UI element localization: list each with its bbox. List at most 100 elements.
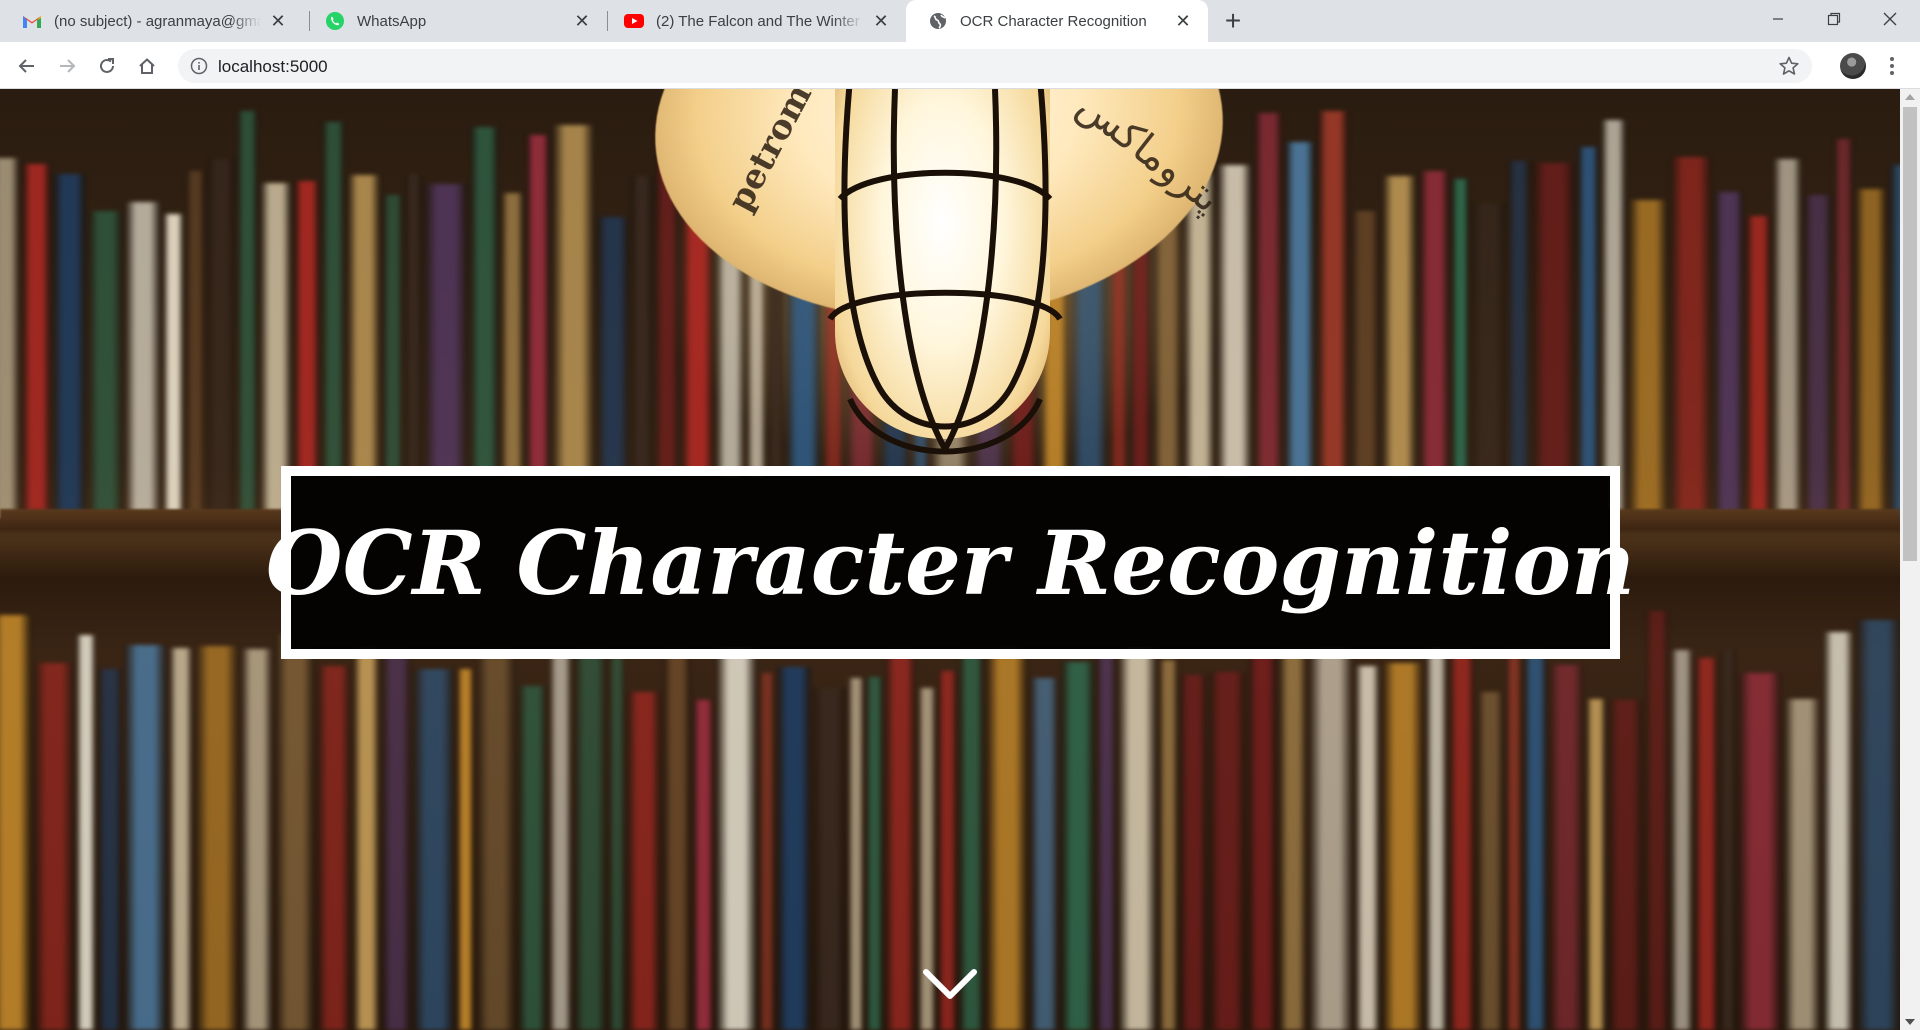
globe-icon [928, 11, 948, 31]
book-spine [552, 125, 595, 519]
book-spine [1118, 638, 1157, 1030]
book-spine [470, 127, 499, 519]
book-spine [322, 122, 345, 519]
tab-youtube[interactable]: (2) The Falcon and The Winter Soldier ✕ [602, 0, 906, 42]
book-spine [1309, 629, 1353, 1030]
book-spine [34, 663, 74, 1030]
book-spine [1695, 658, 1718, 1030]
book-spine [1738, 673, 1782, 1030]
book-spine [693, 700, 714, 1030]
book-spine [663, 640, 691, 1030]
book-spine [1746, 216, 1771, 519]
close-icon[interactable]: ✕ [571, 10, 593, 32]
bookmark-star-icon[interactable] [1778, 55, 1800, 77]
browser-menu-icon[interactable] [1880, 52, 1904, 80]
book-spine [457, 669, 474, 1030]
book-spine [124, 645, 167, 1030]
book-spine [627, 692, 661, 1030]
book-spine [125, 202, 161, 519]
book-spine [574, 641, 607, 1030]
book-spine [1317, 111, 1349, 519]
tab-title: WhatsApp [357, 12, 427, 30]
book-spine [1449, 644, 1475, 1030]
book-spine [353, 617, 380, 1030]
site-info-icon[interactable] [190, 57, 208, 75]
minimize-button[interactable] [1750, 0, 1806, 38]
restore-button[interactable] [1806, 0, 1862, 38]
book-spine [1773, 159, 1802, 519]
book-spine [1804, 195, 1832, 519]
book-spine [275, 634, 315, 1030]
book-spine [237, 111, 258, 519]
book-spine [169, 648, 193, 1030]
book-spine [1285, 142, 1315, 519]
close-icon[interactable]: ✕ [870, 10, 892, 32]
home-button[interactable] [131, 50, 163, 82]
close-icon[interactable]: ✕ [267, 10, 289, 32]
tab-title: OCR Character Recognition [960, 12, 1147, 30]
book-spine [1586, 699, 1606, 1030]
book-spine [1856, 620, 1900, 1030]
book-spine [1426, 629, 1447, 1030]
scroll-up-arrow[interactable] [1905, 94, 1915, 100]
page-viewport: petromax پتروماکس OCR Character Recognit… [0, 89, 1900, 1030]
page-scrollbar[interactable] [1900, 89, 1920, 1030]
book-spine [1834, 139, 1853, 519]
new-tab-button[interactable]: + [1218, 5, 1248, 36]
book-spine [1601, 120, 1626, 519]
book-spine [88, 211, 123, 519]
book-spine [866, 677, 883, 1030]
address-bar[interactable]: localhost:5000 [178, 49, 1812, 83]
chevron-down-icon[interactable] [922, 967, 978, 1001]
book-spine [1549, 665, 1584, 1030]
tab-gmail[interactable]: (no subject) - agranmaya@gmail.com - Gma… [0, 0, 303, 42]
reload-button[interactable] [91, 50, 123, 82]
book-spine [1720, 650, 1736, 1030]
book-spine [526, 135, 550, 519]
tab-whatsapp[interactable]: WhatsApp ✕ [303, 0, 607, 42]
book-spine [195, 646, 239, 1030]
gmail-icon [22, 11, 42, 31]
forward-button[interactable] [51, 50, 83, 82]
hero-background: petromax پتروماکس OCR Character Recognit… [0, 89, 1900, 1030]
youtube-icon [624, 11, 644, 31]
book-spine [1030, 678, 1059, 1030]
book-spine [1628, 200, 1668, 519]
close-icon[interactable]: ✕ [1172, 10, 1194, 32]
scrollbar-thumb[interactable] [1903, 107, 1917, 561]
book-spine [1355, 666, 1380, 1030]
book-spine [1524, 615, 1547, 1030]
book-spine [98, 669, 122, 1030]
book-spine [1061, 662, 1095, 1030]
book-spine [848, 678, 864, 1030]
back-button[interactable] [11, 50, 43, 82]
book-spine [549, 654, 572, 1030]
book-spine [76, 635, 96, 1030]
book-spine [759, 673, 775, 1030]
url-text[interactable]: localhost:5000 [218, 57, 328, 77]
tab-title: (2) The Falcon and The Winter Soldier [656, 12, 864, 30]
whatsapp-icon [325, 11, 345, 31]
tab-ocr[interactable]: OCR Character Recognition ✕ [906, 0, 1208, 42]
book-spine [1671, 650, 1693, 1030]
scroll-down-arrow[interactable] [1905, 1019, 1915, 1025]
book-spine [1506, 612, 1522, 1030]
book-spine [1608, 700, 1643, 1030]
book-spine [207, 159, 235, 519]
book-spine [777, 667, 811, 1030]
profile-avatar[interactable] [1840, 53, 1866, 79]
book-spine [1855, 189, 1887, 519]
book-spine [22, 164, 51, 519]
book-spine [1097, 656, 1116, 1030]
hero-title-box: OCR Character Recognition [266, 466, 1635, 659]
book-spine [1248, 651, 1277, 1030]
book-spine [1254, 113, 1283, 519]
book-spine [0, 158, 20, 519]
book-spine [241, 649, 273, 1030]
book-spine [716, 633, 757, 1030]
book-spine [0, 615, 32, 1030]
lamp-cage [827, 89, 1063, 455]
book-spine [163, 214, 184, 519]
tab-strip: (no subject) - agranmaya@gmail.com - Gma… [0, 0, 1920, 42]
close-window-button[interactable] [1862, 0, 1918, 38]
